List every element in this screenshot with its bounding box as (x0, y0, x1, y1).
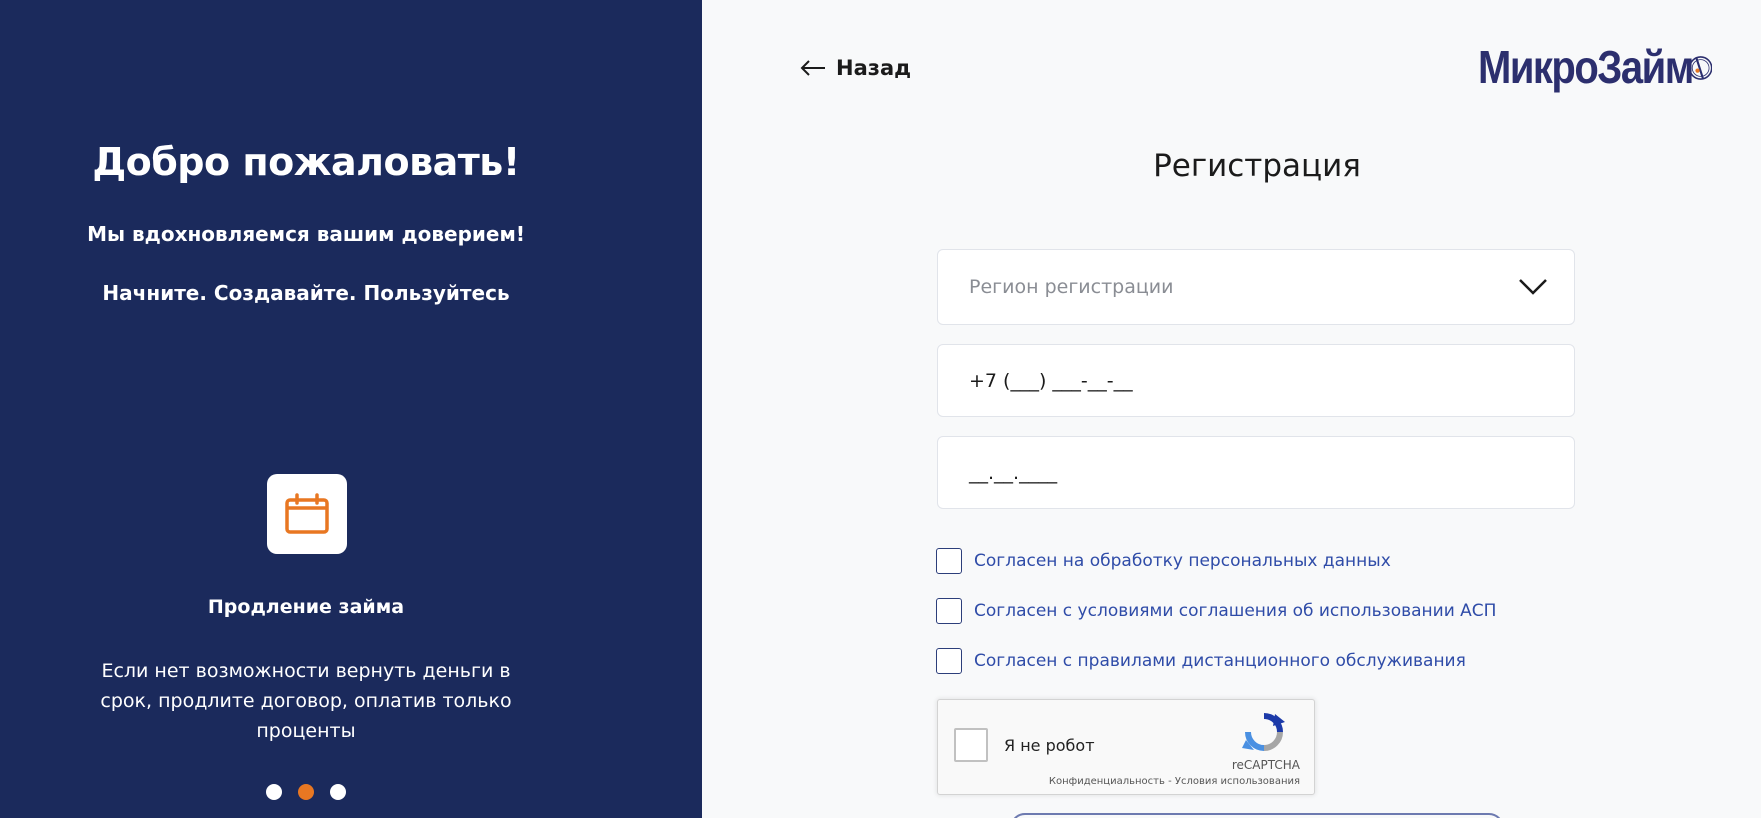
consent-label[interactable]: Согласен на обработку персональных данны… (974, 551, 1391, 571)
logo-text: МикроЗайм (1478, 42, 1694, 93)
region-select[interactable]: Регион регистрации (937, 249, 1575, 325)
back-link[interactable]: Назад (800, 56, 911, 80)
welcome-tagline: Начните. Создавайте. Пользуйтесь (102, 281, 510, 305)
back-label: Назад (836, 56, 912, 80)
slider-dot-2[interactable] (298, 784, 314, 800)
submit-button[interactable] (1010, 813, 1504, 818)
consent-personal-data[interactable]: Согласен на обработку персональных данны… (936, 548, 1391, 574)
phone-input[interactable]: +7 (___) ___-__-__ (937, 344, 1575, 417)
brand-logo[interactable]: МикроЗайм (1478, 36, 1712, 100)
region-placeholder: Регион регистрации (969, 276, 1174, 298)
page-title: Регистрация (1153, 148, 1361, 184)
recaptcha-checkbox[interactable] (954, 728, 988, 762)
recaptcha-brand: reCAPTCHA (1231, 758, 1300, 772)
feature-icon-card (267, 474, 347, 554)
feature-description: Если нет возможности вернуть деньги в ср… (100, 660, 512, 742)
recaptcha-label: Я не робот (1004, 736, 1095, 755)
slider-dot-1[interactable] (266, 784, 282, 800)
welcome-panel: Добро пожаловать! Мы вдохновляемся вашим… (0, 0, 702, 818)
arrow-left-icon (800, 60, 825, 76)
consent-label[interactable]: Согласен с правилами дистанционного обсл… (974, 651, 1466, 671)
birth-date-input[interactable]: __.__.____ (937, 436, 1575, 509)
consent-checkbox[interactable] (936, 648, 962, 674)
phone-value: +7 (___) ___-__-__ (969, 369, 1133, 392)
feature-title: Продление займа (207, 596, 405, 618)
recaptcha-widget: Я не робот reCAPTCHA Конфиденциальность … (937, 699, 1315, 795)
chevron-down-icon (1519, 279, 1547, 295)
consent-label[interactable]: Согласен с условиями соглашения об испол… (974, 601, 1496, 621)
slider-dot-3[interactable] (330, 784, 346, 800)
consent-checkbox[interactable] (936, 598, 962, 624)
welcome-title: Добро пожаловать! (92, 140, 520, 184)
date-value: __.__.____ (969, 461, 1058, 484)
welcome-subtitle: Мы вдохновляемся вашим доверием! (87, 222, 525, 246)
consent-asp-agreement[interactable]: Согласен с условиями соглашения об испол… (936, 598, 1496, 624)
consent-remote-service[interactable]: Согласен с правилами дистанционного обсл… (936, 648, 1466, 674)
recaptcha-logo-icon (1242, 713, 1285, 751)
slider-dots (266, 784, 346, 800)
consent-checkbox[interactable] (936, 548, 962, 574)
calendar-icon (285, 493, 329, 534)
recaptcha-links[interactable]: Конфиденциальность - Условия использован… (1049, 776, 1300, 787)
